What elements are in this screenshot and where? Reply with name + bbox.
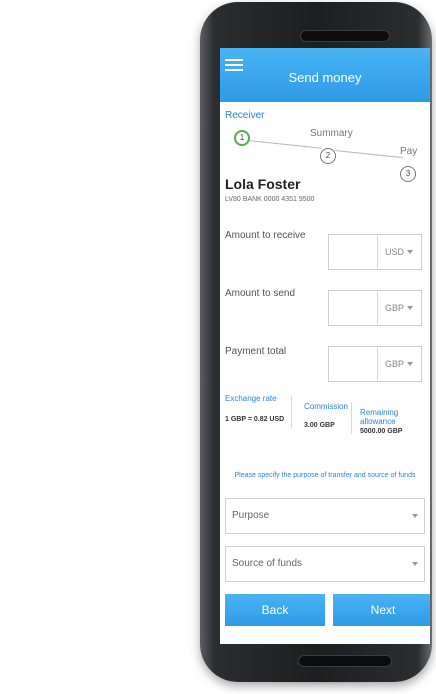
step-1-indicator[interactable]: 1 — [234, 130, 250, 146]
purpose-select-label: Purpose — [232, 510, 270, 521]
commission-label: Commission — [304, 402, 349, 411]
chevron-down-icon — [412, 562, 418, 566]
step-pay-label: Pay — [400, 146, 418, 157]
page-title: Send money — [288, 70, 362, 85]
step-connector — [247, 140, 322, 149]
step-2-indicator[interactable]: 2 — [320, 148, 336, 164]
purpose-hint: Please specify the purpose of transfer a… — [234, 472, 416, 479]
payment-total-field[interactable]: GBP — [328, 346, 422, 382]
chevron-down-icon — [407, 362, 413, 366]
remaining-allowance-value: 5000.00 GBP — [360, 428, 403, 435]
currency-select-gbp[interactable]: GBP — [385, 359, 404, 369]
commission-value: 3.00 GBP — [304, 422, 335, 429]
next-button[interactable]: Next — [333, 594, 430, 626]
step-receiver-label: Receiver — [225, 110, 265, 121]
purpose-select[interactable]: Purpose — [225, 498, 425, 534]
earpiece — [300, 30, 390, 42]
amount-to-send-label: Amount to send — [225, 288, 296, 299]
step-summary-label: Summary — [310, 128, 353, 139]
receiver-account: LV80 BANK 0000 4351 9500 — [225, 196, 315, 203]
chevron-down-icon — [412, 514, 418, 518]
step-connector — [334, 150, 403, 159]
divider — [351, 402, 352, 434]
source-of-funds-select-label: Source of funds — [232, 558, 303, 569]
amount-to-receive-field[interactable]: USD — [328, 234, 422, 270]
payment-total-label: Payment total — [225, 346, 287, 357]
amount-to-send-field[interactable]: GBP — [328, 290, 422, 326]
chevron-down-icon — [407, 250, 413, 254]
exchange-rate-label: Exchange rate — [225, 394, 277, 403]
chevron-down-icon — [407, 306, 413, 310]
receiver-name: Lola Foster — [225, 176, 301, 192]
app-screen: Send money Receiver Summary Pay 1 2 3 Lo… — [220, 48, 430, 644]
exchange-rate-value: 1 GBP = 0.82 USD — [225, 416, 285, 423]
app-bar: Send money — [220, 48, 430, 102]
back-button[interactable]: Back — [225, 594, 325, 626]
step-3-indicator[interactable]: 3 — [400, 166, 416, 182]
currency-select-gbp[interactable]: GBP — [385, 303, 404, 313]
currency-select-usd[interactable]: USD — [385, 247, 404, 257]
remaining-allowance-label: Remaining allowance — [360, 408, 399, 426]
divider — [291, 396, 292, 428]
amount-to-receive-label: Amount to receive — [225, 230, 306, 241]
bottom-speaker — [298, 655, 392, 667]
source-of-funds-select[interactable]: Source of funds — [225, 546, 425, 582]
